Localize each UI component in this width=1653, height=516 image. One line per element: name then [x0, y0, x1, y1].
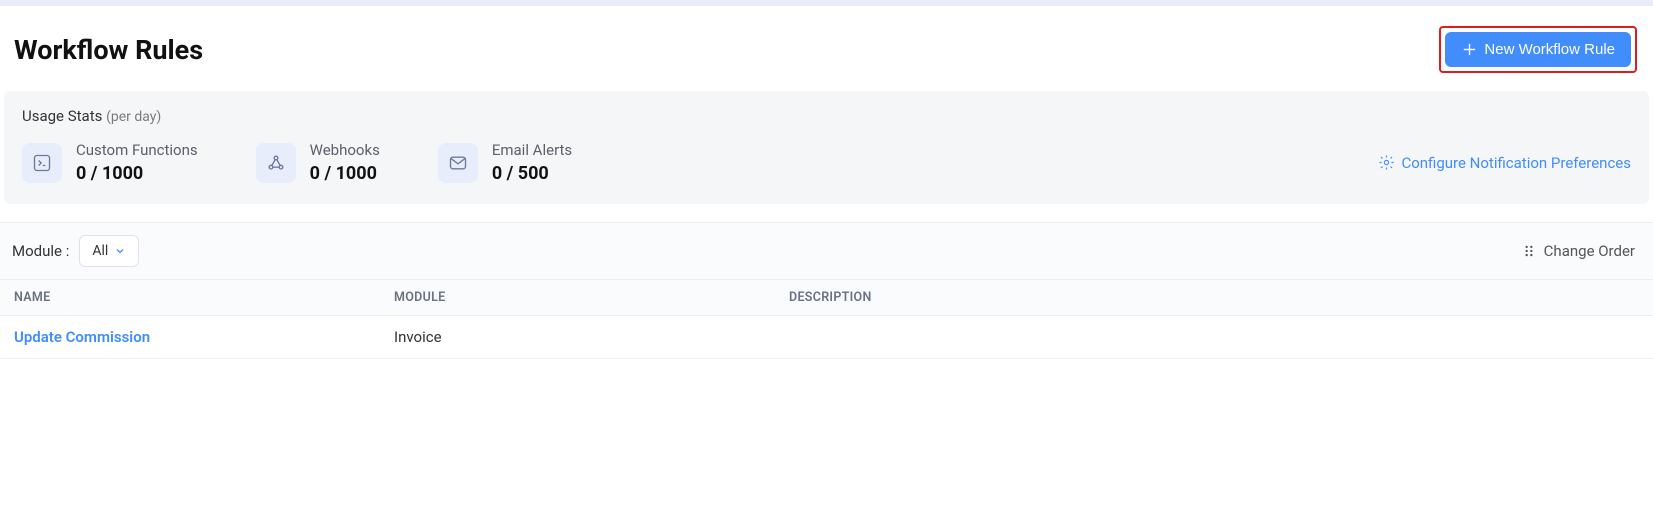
stat-label: Custom Functions: [76, 141, 198, 159]
new-rule-highlight: New Workflow Rule: [1439, 26, 1637, 73]
page-title: Workflow Rules: [14, 34, 203, 66]
workflow-table: NAME MODULE DESCRIPTION Update Commissio…: [0, 280, 1653, 359]
stat-value: 0 / 500: [492, 163, 572, 184]
stat-label: Email Alerts: [492, 141, 572, 159]
mail-icon: [438, 143, 478, 183]
drag-handle-icon: [1522, 244, 1536, 258]
usage-stats-title: Usage Stats (per day): [22, 107, 1631, 125]
stat-webhooks: Webhooks 0 / 1000: [256, 141, 380, 184]
module-filter: Module : All: [12, 235, 139, 267]
plus-icon: [1461, 41, 1478, 58]
gear-icon: [1378, 154, 1395, 171]
code-icon: [22, 143, 62, 183]
module-select[interactable]: All: [79, 235, 139, 267]
webhook-icon: [256, 143, 296, 183]
new-button-label: New Workflow Rule: [1484, 41, 1615, 58]
stat-custom-functions: Custom Functions 0 / 1000: [22, 141, 198, 184]
filter-bar: Module : All Change Order: [0, 222, 1653, 280]
usage-subtitle: (per day): [106, 109, 161, 125]
usage-body: Custom Functions 0 / 1000 Webhooks 0 / 1…: [22, 141, 1631, 184]
usage-stats-panel: Usage Stats (per day) Custom Functions 0…: [4, 91, 1649, 204]
module-label: Module :: [12, 242, 69, 260]
stat-value: 0 / 1000: [76, 163, 198, 184]
chevron-down-icon: [114, 245, 126, 257]
change-order-label: Change Order: [1544, 242, 1635, 260]
stat-value: 0 / 1000: [310, 163, 380, 184]
col-description: DESCRIPTION: [789, 290, 1639, 305]
rule-module: Invoice: [394, 328, 789, 346]
col-name: NAME: [14, 290, 394, 305]
rule-name-link[interactable]: Update Commission: [14, 328, 394, 346]
stat-email-alerts: Email Alerts 0 / 500: [438, 141, 572, 184]
configure-label: Configure Notification Preferences: [1401, 154, 1631, 172]
module-selected: All: [92, 243, 108, 259]
change-order-button[interactable]: Change Order: [1522, 242, 1635, 260]
usage-stats-list: Custom Functions 0 / 1000 Webhooks 0 / 1…: [22, 141, 572, 184]
col-module: MODULE: [394, 290, 789, 305]
new-workflow-rule-button[interactable]: New Workflow Rule: [1445, 32, 1631, 67]
page-header: Workflow Rules New Workflow Rule: [0, 6, 1653, 91]
configure-notifications-link[interactable]: Configure Notification Preferences: [1378, 154, 1631, 172]
table-header: NAME MODULE DESCRIPTION: [0, 280, 1653, 316]
stat-label: Webhooks: [310, 141, 380, 159]
table-row: Update Commission Invoice: [0, 316, 1653, 359]
usage-title-text: Usage Stats: [22, 107, 102, 125]
